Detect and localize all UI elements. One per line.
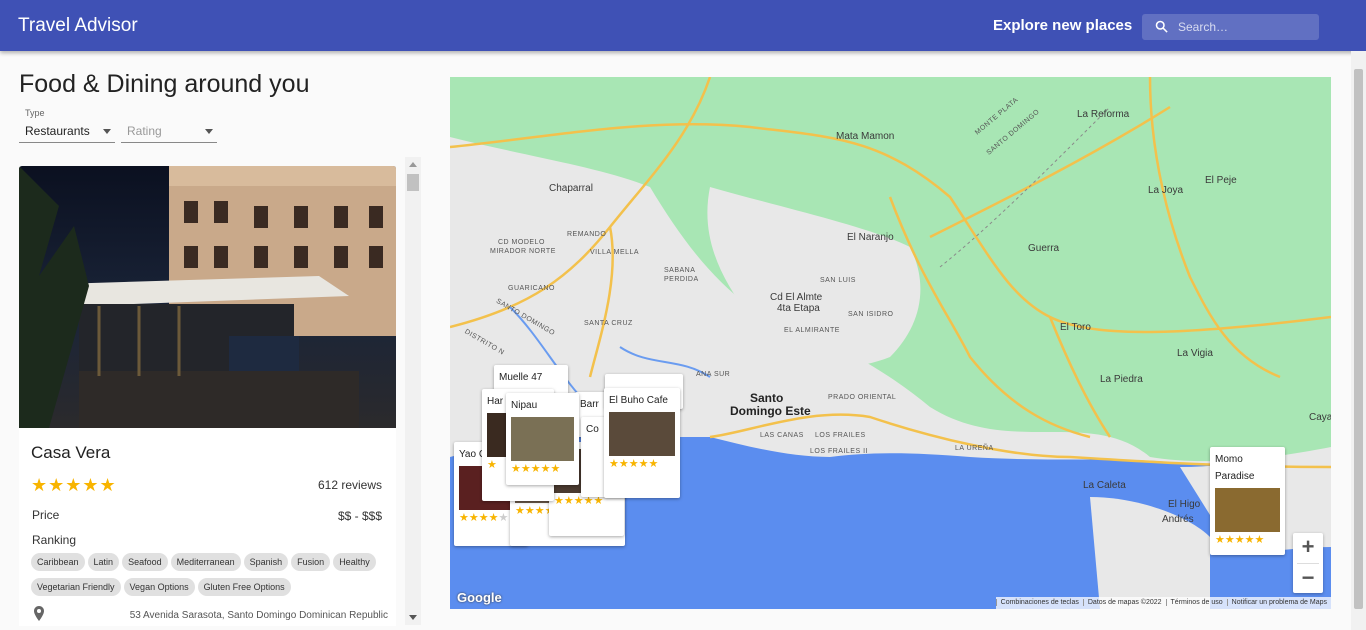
map-place-photo [511, 417, 574, 461]
map-label: 4ta Etapa [777, 303, 820, 314]
terms-link[interactable]: Términos de uso [1165, 599, 1227, 606]
map-label: El Naranjo [847, 232, 894, 243]
map-label: ANA SUR [696, 371, 731, 378]
map-label: El Higo [1168, 499, 1201, 510]
tag-chip: Gluten Free Options [197, 578, 291, 596]
page-title: Food & Dining around you [19, 70, 310, 98]
zoom-control[interactable]: + − [1293, 533, 1323, 593]
rating-stars: ★★★★★ [1215, 534, 1265, 546]
map-label: CD MODELO [498, 239, 545, 246]
type-select-label: Type [25, 108, 45, 118]
map-label: LA UREÑA [955, 445, 994, 452]
scroll-up-arrow-icon[interactable] [409, 162, 417, 167]
map-label: Cd El Almte [770, 292, 823, 303]
map-place-name: Nipau [511, 400, 538, 411]
map-label: REMANDO [567, 231, 607, 238]
location-pin-icon [34, 606, 44, 621]
app-bar: Travel Advisor Explore new places [0, 0, 1366, 51]
search-input[interactable] [1178, 17, 1313, 37]
map-label: El Toro [1060, 322, 1091, 333]
map-label: VILLA MELLA [590, 249, 640, 256]
scroll-down-arrow-icon[interactable] [409, 615, 417, 620]
map-attribution: Combinaciones de teclas Datos de mapas ©2… [995, 597, 1331, 609]
tag-chip: Vegan Options [123, 578, 195, 596]
map[interactable]: Mata Mamon La Reforma MONTE PLATA SANTO … [450, 77, 1331, 609]
map-label: La Reforma [1077, 109, 1130, 120]
rating-stars: ★★★★★ [31, 475, 117, 495]
map-label: La Caleta [1083, 480, 1126, 491]
map-label: LOS FRAILES [815, 432, 866, 439]
ranking-label: Ranking [32, 533, 77, 547]
report-problem-link[interactable]: Notificar un problema de Maps [1226, 599, 1331, 606]
map-place-name: El Buho Cafe [609, 395, 668, 406]
explore-label: Explore new places [993, 17, 1133, 34]
search-box[interactable] [1142, 14, 1319, 40]
zoom-out-button[interactable]: − [1293, 564, 1323, 594]
chevron-down-icon [103, 129, 111, 134]
map-data-text: Datos de mapas ©2022 [1082, 599, 1166, 606]
map-label: SANTA CRUZ [584, 320, 633, 327]
type-select-value: Restaurants [25, 124, 90, 138]
map-place-photo [1215, 488, 1280, 532]
map-label: Caya [1309, 412, 1331, 423]
map-label: GUARICANO [508, 285, 555, 292]
map-place-name: Momo Paradise [1215, 454, 1255, 482]
type-select[interactable]: Type Restaurants [19, 108, 115, 143]
map-place-photo [609, 412, 675, 456]
rating-stars: ★★★★★ [511, 463, 561, 475]
map-label: El Peje [1205, 175, 1237, 186]
tag-chip: Mediterranean [170, 553, 241, 571]
price-label: Price [32, 508, 60, 522]
map-label: PRADO ORIENTAL [828, 394, 897, 401]
map-label: La Joya [1148, 185, 1184, 196]
map-label: SAN LUIS [820, 277, 856, 284]
map-label: PERDIDA [664, 276, 699, 283]
review-count: 612 reviews [317, 478, 382, 492]
address-text: 53 Avenida Sarasota, Santo Domingo Domin… [129, 610, 388, 621]
map-label: Domingo Este [730, 404, 811, 418]
page-scrollbar[interactable] [1351, 51, 1366, 630]
places-list: Casa Vera ★★★★★ 612 reviews Price $$ - $… [19, 166, 396, 626]
scroll-thumb[interactable] [407, 174, 419, 191]
chevron-down-icon [205, 129, 213, 134]
map-label: SABANA [664, 267, 696, 274]
place-card: Casa Vera ★★★★★ 612 reviews Price $$ - $… [19, 166, 396, 626]
map-label: LAS CANAS [760, 432, 804, 439]
rating-stars: ★★★★★ [609, 458, 659, 470]
map-label: SAN ISIDRO [848, 311, 894, 318]
map-label: La Piedra [1100, 374, 1143, 385]
keyboard-shortcuts-link[interactable]: Combinaciones de teclas [995, 599, 1083, 606]
map-label: Mata Mamon [836, 131, 895, 142]
tag-chips: Caribbean Latin Seafood Mediterranean Spanis… [31, 552, 391, 602]
map-label: Guerra [1028, 243, 1060, 254]
google-logo: Google [457, 590, 502, 605]
tag-chip: Fusion [291, 553, 331, 571]
tag-chip: Vegetarian Friendly [31, 578, 121, 596]
map-place-name: Muelle 47 [499, 372, 543, 383]
tag-chip: Spanish [243, 553, 289, 571]
map-label: Chaparral [549, 183, 593, 194]
tag-chip: Latin [87, 553, 120, 571]
price-value: $$ - $$$ [337, 509, 382, 523]
place-name: Casa Vera [31, 443, 111, 462]
app-title: Travel Advisor [18, 15, 138, 36]
tag-chip: Caribbean [31, 553, 85, 571]
rating-select-placeholder: Rating [127, 124, 162, 138]
list-scrollbar[interactable] [405, 157, 421, 625]
map-label: EL ALMIRANTE [784, 327, 840, 334]
tag-chip: Healthy [333, 553, 376, 571]
map-place-card[interactable]: El Buho Cafe ★★★★★ [604, 388, 680, 498]
page-scroll-thumb[interactable] [1354, 69, 1363, 609]
map-place-card[interactable]: Momo Paradise ★★★★★ [1210, 447, 1285, 555]
map-label: MIRADOR NORTE [490, 248, 556, 255]
rating-select[interactable]: Rating [121, 108, 217, 143]
search-icon [1155, 20, 1168, 33]
zoom-in-button[interactable]: + [1293, 533, 1323, 563]
map-label: La Vigia [1177, 348, 1213, 359]
map-place-card[interactable]: Nipau ★★★★★ [506, 393, 579, 485]
map-label: Andrés [1162, 514, 1194, 525]
place-photo [19, 166, 396, 428]
map-label: LOS FRAILES II [810, 448, 868, 455]
tag-chip: Seafood [122, 553, 168, 571]
